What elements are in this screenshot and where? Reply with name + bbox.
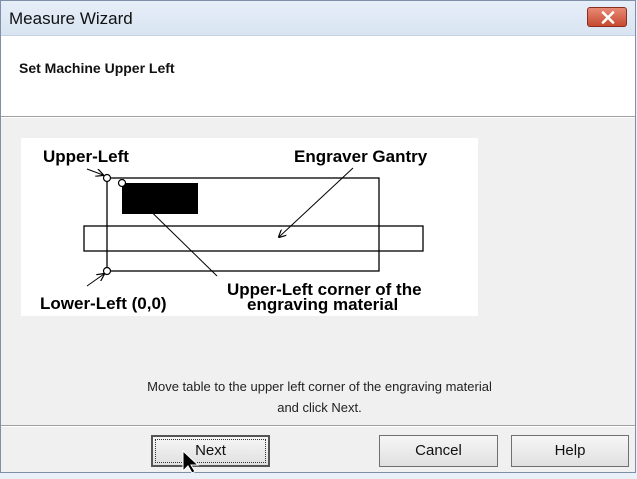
close-button[interactable] [587,7,627,27]
label-lower-left: Lower-Left (0,0) [40,294,167,313]
title-bar[interactable]: Measure Wizard [1,1,635,36]
label-upper-left: Upper-Left [43,147,129,166]
mouse-pointer-icon [182,449,204,479]
help-button[interactable]: Help [511,435,629,467]
material-corner-marker [117,178,127,188]
instruction-line-1: Move table to the upper left corner of t… [147,379,492,394]
help-button-label: Help [554,442,586,459]
window-title: Measure Wizard [9,9,133,28]
footer-divider [1,425,635,427]
cancel-button-label: Cancel [415,442,462,459]
close-icon [601,11,615,24]
engraving-material [122,183,198,214]
machine-diagram: Upper-Left Engraver Gantry Lower-Left (0… [21,138,478,316]
cancel-button[interactable]: Cancel [379,435,498,467]
measure-wizard-window: Measure Wizard Set Machine Upper Left Up… [0,0,637,474]
instruction-line-2: and click Next. [277,400,362,415]
instruction-text: Move table to the upper left corner of t… [1,376,637,418]
focus-rectangle [155,439,266,463]
step-heading: Set Machine Upper Left [19,60,175,76]
engraver-gantry-bar [83,225,424,252]
lower-left-corner-marker [102,266,112,276]
upper-left-corner-marker [102,173,112,183]
label-material-corner-line2: engraving material [247,295,398,314]
wizard-header: Set Machine Upper Left [1,36,635,116]
label-engraver-gantry: Engraver Gantry [294,147,428,166]
diagram-graphic: Upper-Left Engraver Gantry Lower-Left (0… [40,147,428,314]
header-divider [1,116,635,118]
next-button[interactable]: Next [151,435,270,467]
